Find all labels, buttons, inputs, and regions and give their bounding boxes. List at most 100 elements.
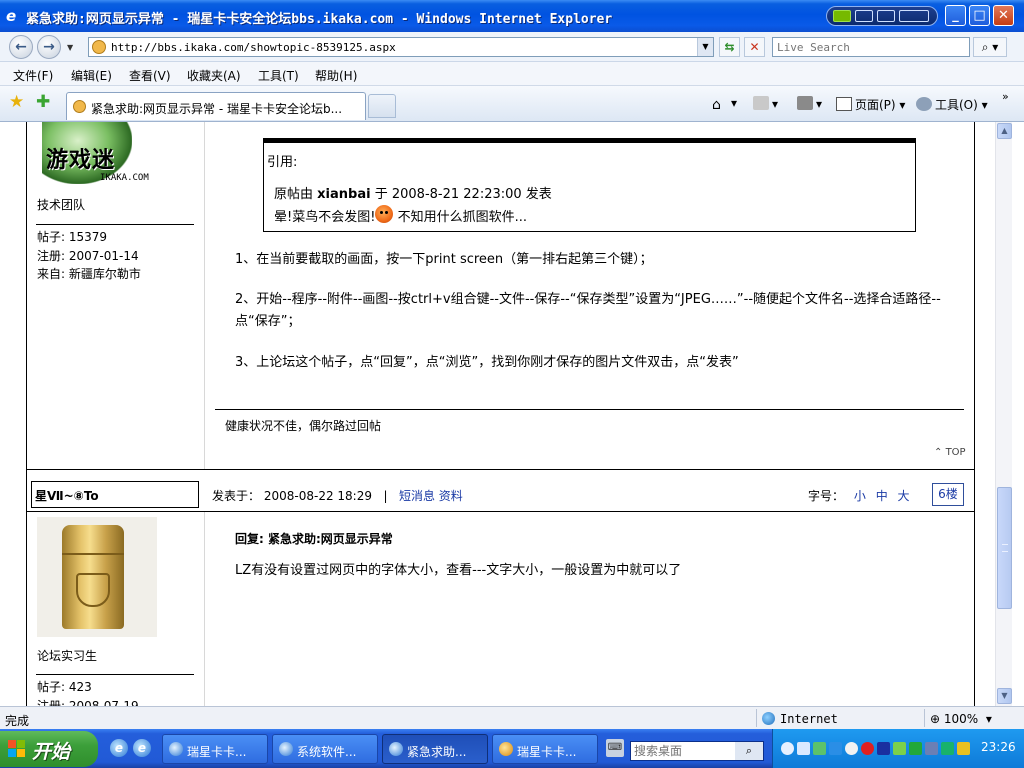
desktop-search-field[interactable]: ⌕: [630, 741, 764, 761]
scroll-up-icon[interactable]: ▲: [997, 123, 1012, 139]
maximize-button[interactable]: □: [969, 5, 990, 26]
avatar: 游戏迷 IKAKA.COM: [40, 122, 158, 188]
tray-volume-icon[interactable]: [957, 742, 970, 755]
profile-link[interactable]: 资料: [439, 489, 463, 503]
minimize-button[interactable]: _: [945, 5, 966, 26]
posted-label: 发表于：: [212, 489, 261, 503]
menu-edit[interactable]: 编辑(E): [71, 67, 112, 84]
user-rank: 技术团队: [37, 198, 86, 212]
window-title: 紧急求助:网页显示异常 - 瑞星卡卡安全论坛bbs.ikaka.com - Wi…: [26, 12, 613, 27]
taskbar-item[interactable]: 瑞星卡卡...: [492, 734, 598, 764]
back-to-top-link[interactable]: ⌃ TOP: [934, 447, 966, 458]
tab-active[interactable]: 紧急求助:网页显示异常 - 瑞星卡卡安全论坛b...: [66, 92, 366, 120]
window-resize-icon[interactable]: [899, 10, 929, 22]
print-icon: [797, 96, 813, 110]
window-tile-icon[interactable]: [855, 10, 873, 22]
url-dropdown-icon[interactable]: ▼: [697, 38, 713, 56]
feeds-button[interactable]: ▾: [753, 96, 778, 111]
nvidia-icon[interactable]: [833, 10, 851, 22]
nvidia-toolbar[interactable]: [826, 6, 938, 26]
favorites-star-icon[interactable]: ★: [9, 94, 24, 111]
post2-username-box[interactable]: 星Ⅶ~⑧To: [31, 481, 199, 508]
url-text[interactable]: http://bbs.ikaka.com/showtopic-8539125.a…: [111, 41, 396, 54]
menu-file[interactable]: 文件(F): [13, 67, 53, 84]
zoom-level[interactable]: ⊕ 100% ▾: [930, 712, 992, 726]
autobot-emblem-icon: [76, 573, 110, 607]
tray-search-icon[interactable]: [797, 742, 810, 755]
home-button[interactable]: ⌂ ▾: [712, 96, 737, 112]
quote-text-b: 不知用什么抓图软件...: [397, 210, 527, 225]
private-message-link[interactable]: 短消息: [399, 489, 435, 503]
post2-username[interactable]: 星Ⅶ~⑧To: [35, 487, 99, 504]
chevron-more-icon[interactable]: »: [1002, 90, 1009, 103]
ie7-quicklaunch-icon[interactable]: e: [133, 739, 151, 757]
post-step-2: 2、开始--程序--附件--画图--按ctrl+v组合键--文件--保存--“保…: [235, 292, 941, 329]
tray-rising-icon[interactable]: [861, 742, 874, 755]
scroll-thumb[interactable]: [997, 487, 1012, 609]
desktop-search-input[interactable]: [631, 742, 731, 760]
back-button[interactable]: ←: [9, 35, 33, 59]
menu-favorites[interactable]: 收藏夹(A): [187, 67, 241, 84]
menu-help[interactable]: 帮助(H): [315, 67, 357, 84]
taskbar-clock[interactable]: 23:26: [981, 740, 1016, 754]
taskbar-item-active[interactable]: 紧急求助...: [382, 734, 488, 764]
page-menu-button[interactable]: 页面(P) ▾: [836, 96, 905, 113]
keyboard-icon[interactable]: ⌨: [606, 739, 624, 757]
tray-player-icon[interactable]: [877, 742, 890, 755]
zone-label: Internet: [780, 712, 838, 726]
tools-menu-button[interactable]: 工具(O) ▾: [916, 96, 988, 113]
close-button[interactable]: ✕: [993, 5, 1014, 26]
tray-back-icon[interactable]: [781, 742, 794, 755]
url-field[interactable]: http://bbs.ikaka.com/showtopic-8539125.a…: [88, 37, 714, 57]
user-post-count: 帖子: 15379: [37, 230, 108, 244]
history-dropdown-icon[interactable]: ▼: [67, 43, 73, 52]
top-link-label: TOP: [945, 447, 966, 458]
stop-button[interactable]: ✕: [744, 37, 765, 57]
font-large-link[interactable]: 大: [898, 489, 910, 503]
font-size-switcher: 字号： 小 中 大: [808, 487, 910, 504]
status-bar: 完成 Internet ⊕ 100% ▾: [0, 706, 1024, 729]
user-rank: 论坛实习生: [37, 649, 98, 663]
new-tab-button[interactable]: [368, 94, 396, 118]
reply-title: 回复: 紧急求助:网页显示异常: [235, 532, 393, 546]
add-favorite-icon[interactable]: ✚: [36, 94, 50, 111]
rising-icon: [499, 742, 513, 756]
search-input[interactable]: [773, 38, 969, 56]
taskbar-item[interactable]: 系统软件...: [272, 734, 378, 764]
vertical-scrollbar[interactable]: ▲ ▼: [995, 122, 1012, 706]
font-small-link[interactable]: 小: [854, 489, 866, 503]
scroll-down-icon[interactable]: ▼: [997, 688, 1012, 704]
ie-quicklaunch-icon[interactable]: e: [110, 739, 128, 757]
home-icon: ⌂: [712, 97, 721, 113]
tab-label[interactable]: 紧急求助:网页显示异常 - 瑞星卡卡安全论坛b...: [91, 100, 342, 117]
rss-icon: [753, 96, 769, 110]
quote-prefix: 原帖由: [274, 187, 314, 202]
tray-messenger-icon[interactable]: [829, 742, 842, 755]
font-medium-link[interactable]: 中: [876, 489, 888, 503]
floor-number[interactable]: 6楼: [932, 483, 964, 506]
menu-tools[interactable]: 工具(T): [258, 67, 299, 84]
page-content[interactable]: 游戏迷 IKAKA.COM 技术团队 帖子: 15379 注册: 2007-01…: [0, 122, 1024, 706]
tray-network-icon[interactable]: [925, 742, 938, 755]
tray-umbrella-icon[interactable]: [941, 742, 954, 755]
title-bar[interactable]: e 紧急求助:网页显示异常 - 瑞星卡卡安全论坛bbs.ikaka.com - …: [0, 0, 1024, 32]
print-button[interactable]: ▾: [797, 96, 822, 111]
tray-shield-icon[interactable]: [893, 742, 906, 755]
refresh-button[interactable]: ⇆: [719, 37, 740, 57]
forward-button[interactable]: →: [37, 35, 61, 59]
avatar: [37, 517, 157, 637]
quote-author[interactable]: xianbai: [317, 187, 370, 202]
avatar-text: 游戏迷: [46, 148, 116, 173]
tray-mail-icon[interactable]: [813, 742, 826, 755]
search-field[interactable]: [772, 37, 970, 57]
post-step-3: 3、上论坛这个帖子，点“回复”，点“浏览”，找到你刚才保存的图片文件双击，点“发…: [235, 355, 739, 370]
search-button[interactable]: ⌕ ▾: [973, 37, 1007, 57]
window-move-icon[interactable]: [877, 10, 895, 22]
desktop-search-icon[interactable]: ⌕: [735, 742, 763, 760]
tray-security-icon[interactable]: [909, 742, 922, 755]
tray-clock-icon[interactable]: [845, 742, 858, 755]
start-button[interactable]: 开始: [0, 731, 98, 767]
taskbar-item[interactable]: 瑞星卡卡...: [162, 734, 268, 764]
menu-view[interactable]: 查看(V): [129, 67, 171, 84]
security-zone[interactable]: Internet: [762, 712, 838, 726]
